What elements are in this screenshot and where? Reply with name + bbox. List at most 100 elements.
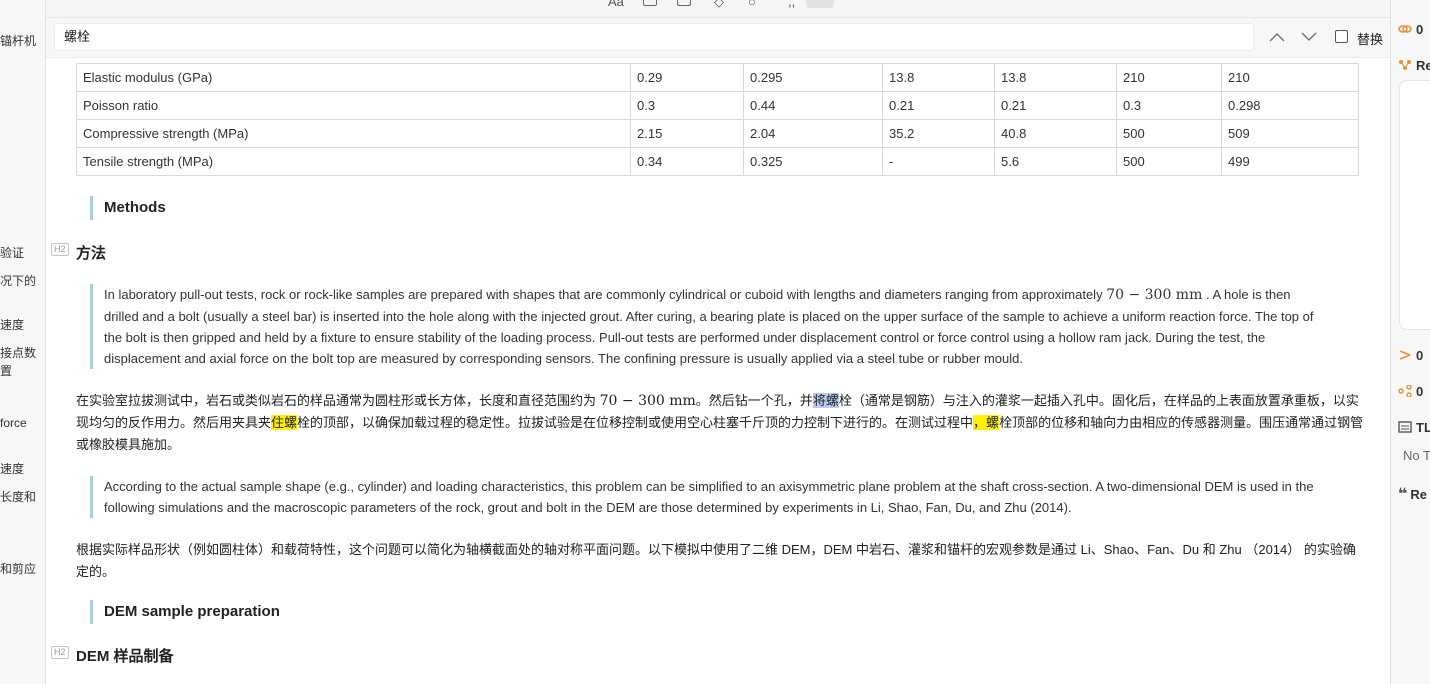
table-cell: 500	[1116, 119, 1222, 148]
tag-icon[interactable]: ◇	[714, 0, 724, 10]
tldr-empty-text: No T	[1403, 448, 1430, 463]
table-cell: 35.2	[882, 119, 995, 148]
share-counter[interactable]: 0	[1398, 384, 1423, 399]
label: Re	[1410, 487, 1428, 502]
outline-item[interactable]: 况下的	[0, 272, 36, 289]
dem-chinese-paragraph: 根据实际样品形状（例如圆柱体）和载荷特性，这个问题可以简化为轴横截面处的轴对称平…	[76, 542, 1356, 579]
document-content: Elastic modulus (GPa) 0.29 0.295 13.8 13.8 21…	[46, 58, 1390, 684]
font-icon[interactable]: Aa	[608, 0, 624, 9]
outline-pane: ⌗ 锚杆机 验证 况下的 速度 接点数 置 force 速度 长度和 和剪应	[0, 0, 46, 684]
table-row: Tensile strength (MPa) 0.34 0.325-5.6 500 49…	[76, 147, 1359, 176]
h2-badge: H2	[51, 243, 69, 256]
search-match: 住螺	[271, 415, 298, 430]
quotes-header[interactable]: ❝ Re	[1398, 484, 1427, 504]
table-cell: 0.29	[630, 63, 744, 92]
outline-item[interactable]: 和剪应	[0, 560, 36, 577]
label: TL	[1416, 420, 1430, 435]
chevron-down-icon	[1301, 32, 1317, 42]
table-cell: 2.04	[743, 119, 883, 148]
outline-item[interactable]: 锚杆机	[0, 32, 36, 49]
table-row-label: Compressive strength (MPa)	[76, 119, 631, 148]
related-header[interactable]: Re	[1398, 58, 1430, 73]
methods-english-quote: In laboratory pull-out tests, rock or ro…	[90, 284, 1320, 369]
table-cell: 0.21	[994, 91, 1117, 120]
outline-item[interactable]: 长度和	[0, 488, 36, 505]
heading-methods: 方法	[76, 245, 107, 262]
table-row: Elastic modulus (GPa) 0.29 0.295 13.8 13.8 21…	[76, 63, 1359, 92]
table-cell: -	[882, 147, 995, 176]
replace-checkbox[interactable]	[1335, 30, 1348, 43]
table-cell: 0.325	[743, 147, 883, 176]
find-previous-button[interactable]	[1266, 26, 1288, 48]
table-cell: 210	[1221, 63, 1359, 92]
share-icon	[1398, 385, 1412, 397]
table-row: Compressive strength (MPa) 2.15 2.04 35.2 40…	[76, 119, 1359, 148]
outline-item[interactable]: 速度	[0, 460, 24, 477]
table-cell: 0.295	[743, 63, 883, 92]
table-cell: 499	[1221, 147, 1359, 176]
search-match: ，螺	[973, 415, 1000, 430]
table-cell: 0.3	[1116, 91, 1222, 120]
table-row-label: Poisson ratio	[76, 91, 631, 120]
outline-item[interactable]: 验证	[0, 244, 24, 261]
table-cell: 0.21	[882, 91, 995, 120]
count: 0	[1416, 22, 1424, 37]
outline-item[interactable]: 速度	[0, 316, 24, 333]
table-cell: 0.34	[630, 147, 744, 176]
search-match-current: 将螺	[812, 393, 839, 408]
count: 0	[1416, 384, 1424, 399]
table-cell: 13.8	[882, 63, 995, 92]
para-text: 栓的顶部，以确保加载过程的稳定性。拉拔试验是在位移控制或使用空心柱塞千斤顶的力控…	[297, 415, 974, 430]
quote-icon[interactable]: ,,	[788, 0, 795, 9]
list-icon[interactable]	[677, 0, 691, 6]
math-range: 70 − 300 mm	[599, 393, 696, 409]
table-cell: 2.15	[630, 119, 744, 148]
outline-item[interactable]: force	[0, 416, 27, 430]
table-cell: 0.44	[743, 91, 883, 120]
chevron-up-icon	[1269, 32, 1285, 42]
search-toggle-icon[interactable]	[806, 0, 834, 8]
dem-english-quote: According to the actual sample shape (e.…	[90, 476, 1320, 518]
branch-icon	[1399, 350, 1411, 360]
table-cell: 500	[1116, 147, 1222, 176]
align-icon[interactable]	[643, 0, 657, 6]
table-cell: 40.8	[994, 119, 1117, 148]
table-cell: 5.6	[994, 147, 1117, 176]
dem-preparation-blockquote: DEM sample preparation	[90, 600, 280, 624]
heading-dem-preparation: DEM 样品制备	[76, 648, 174, 665]
right-pane: 0 Re 0 0 TL No T ❝Re	[1390, 0, 1430, 684]
tldr-header[interactable]: TL	[1398, 420, 1430, 435]
replace-label[interactable]: 替换	[1357, 29, 1383, 48]
math-range: 70 − 300 mm	[1106, 287, 1203, 303]
citations-counter[interactable]: 0	[1398, 22, 1423, 37]
search-input[interactable]: 螺栓	[54, 23, 1254, 51]
image-icon[interactable]: ○	[748, 0, 756, 9]
references-counter[interactable]: 0	[1398, 348, 1423, 363]
quote-icon: ❝	[1398, 486, 1408, 503]
table-cell: 13.8	[994, 63, 1117, 92]
h2-badge: H2	[51, 646, 69, 659]
document-icon	[1398, 421, 1412, 433]
table-row-label: Tensile strength (MPa)	[76, 147, 631, 176]
table-cell: 0.3	[630, 91, 744, 120]
find-bar: 螺栓 替换	[46, 18, 1390, 58]
table-cell: 0.298	[1221, 91, 1359, 120]
related-panel	[1399, 80, 1430, 330]
methods-blockquote: Methods	[90, 196, 166, 220]
link-icon	[1398, 25, 1412, 33]
methods-chinese-paragraph: 在实验室拉拔测试中，岩石或类似岩石的样品通常为圆柱形或长方体，长度和直径范围约为…	[76, 390, 1366, 456]
outline-item[interactable]: 置	[0, 362, 12, 379]
table-cell: 509	[1221, 119, 1359, 148]
quote-text: In laboratory pull-out tests, rock or ro…	[104, 287, 1107, 302]
table-row-label: Elastic modulus (GPa)	[76, 63, 631, 92]
para-text: 。然后钻一个孔，并	[695, 393, 813, 408]
label: Re	[1416, 58, 1430, 73]
para-text: 在实验室拉拔测试中，岩石或类似岩石的样品通常为圆柱形或长方体，长度和直径范围约为	[76, 393, 600, 408]
material-properties-table: Elastic modulus (GPa) 0.29 0.295 13.8 13.8 21…	[76, 63, 1359, 176]
network-icon	[1399, 60, 1411, 70]
count: 0	[1416, 348, 1424, 363]
outline-item[interactable]: 接点数	[0, 344, 36, 361]
table-cell: 210	[1116, 63, 1222, 92]
table-row: Poisson ratio 0.3 0.44 0.21 0.21 0.3 0.298	[76, 91, 1359, 120]
find-next-button[interactable]	[1298, 26, 1320, 48]
